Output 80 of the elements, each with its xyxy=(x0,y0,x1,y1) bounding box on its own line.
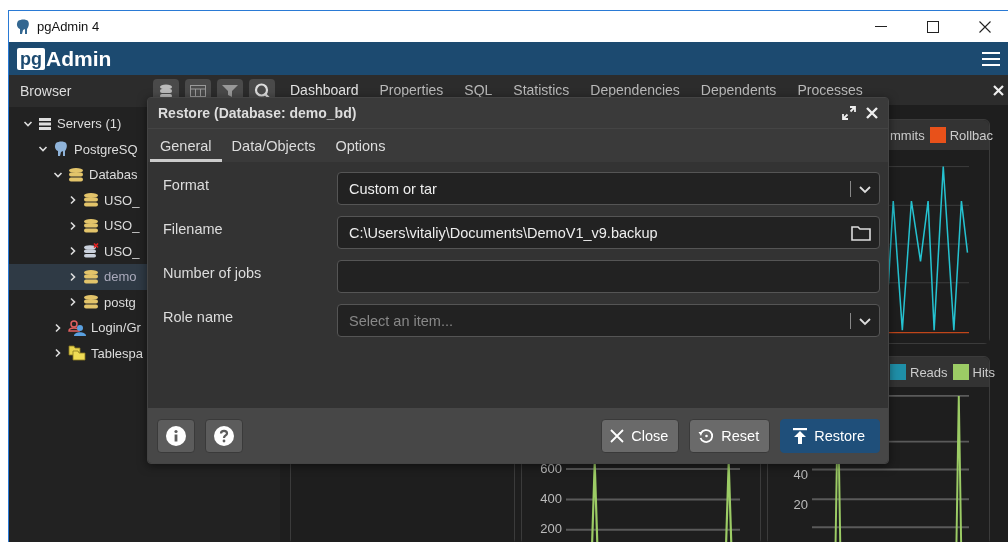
expand-icon[interactable] xyxy=(842,106,856,120)
elephant-icon xyxy=(15,18,31,35)
chevron-right-icon[interactable] xyxy=(53,322,63,333)
tree-item[interactable]: demo xyxy=(104,269,137,285)
elephant-icon xyxy=(53,141,69,158)
upload-icon xyxy=(793,427,808,444)
axis-tick-label: 40 xyxy=(793,466,808,484)
chevron-down-icon[interactable] xyxy=(859,315,871,326)
chevron-right-icon[interactable] xyxy=(68,220,78,231)
tree-item[interactable]: USO_ xyxy=(104,218,140,234)
chevron-down-icon[interactable] xyxy=(859,183,871,194)
tab[interactable]: Processes xyxy=(797,82,863,98)
panel-title: Browser xyxy=(20,83,73,99)
help-icon xyxy=(214,425,234,446)
tree-item[interactable]: Servers (1) xyxy=(57,116,122,132)
info-icon xyxy=(166,425,186,446)
reset-button[interactable]: Reset xyxy=(689,418,771,453)
folders-icon xyxy=(68,345,86,362)
tree-item[interactable]: USO_ xyxy=(104,243,140,259)
database-icon xyxy=(68,166,84,183)
field-label: Filename xyxy=(163,220,224,237)
table-icon xyxy=(190,85,206,97)
window-title: pgAdmin 4 xyxy=(37,19,101,34)
chevron-right-icon[interactable] xyxy=(68,271,78,282)
database-icon xyxy=(83,217,99,234)
legend-label: Reads xyxy=(910,364,948,380)
dialog-tab[interactable]: Options xyxy=(325,129,396,162)
help-button[interactable] xyxy=(205,418,243,453)
chevron-right-icon[interactable] xyxy=(68,297,78,308)
tab[interactable]: SQL xyxy=(464,82,493,98)
legend-label: mmits xyxy=(890,127,925,143)
tab[interactable]: Dashboard xyxy=(290,82,359,98)
database-error-icon xyxy=(83,243,99,260)
tree-item[interactable]: PostgreSQ xyxy=(74,141,138,157)
axis-tick-label: 600 xyxy=(540,460,562,478)
database-icon xyxy=(159,84,173,98)
select-field[interactable]: Custom or tar xyxy=(337,172,880,205)
input-field[interactable]: C:\Users\vitaliy\Documents\DemoV1_v9.backup xyxy=(337,216,880,249)
select-field[interactable]: Select an item... xyxy=(337,304,880,337)
field-label: Number of jobs xyxy=(163,264,263,281)
search-icon xyxy=(254,83,270,99)
dialog-tab[interactable]: General xyxy=(150,129,222,162)
axis-tick-label: 200 xyxy=(540,520,562,538)
tab[interactable]: Dependencies xyxy=(590,82,680,98)
users-icon xyxy=(68,319,86,336)
input-field[interactable] xyxy=(337,260,880,293)
menu-icon[interactable] xyxy=(982,51,1000,66)
tab[interactable]: Statistics xyxy=(513,82,570,98)
minimize-icon[interactable] xyxy=(875,25,887,28)
tree-item[interactable]: Login/Gr xyxy=(91,320,141,336)
tree-item[interactable]: Tablespa xyxy=(91,345,144,361)
tree-item[interactable]: USO_ xyxy=(104,192,140,208)
close-button[interactable]: Close xyxy=(601,418,680,453)
info-button[interactable] xyxy=(157,418,195,453)
axis-tick-label: 400 xyxy=(540,490,562,508)
tab[interactable]: Dependents xyxy=(700,82,777,98)
server-stack-icon xyxy=(38,116,52,131)
legend-label: Hits xyxy=(972,364,995,380)
app-logo: pg Admin xyxy=(17,46,112,71)
chevron-right-icon[interactable] xyxy=(68,246,78,257)
tree-item[interactable]: postg xyxy=(104,294,136,310)
chevron-right-icon[interactable] xyxy=(53,348,63,359)
field-label: Role name xyxy=(163,308,235,325)
dialog-title: Restore (Database: demo_bd) xyxy=(158,105,358,121)
folder-icon[interactable] xyxy=(851,224,871,241)
reset-icon xyxy=(698,427,715,444)
field-label: Format xyxy=(163,176,210,193)
restore-button[interactable]: Restore xyxy=(780,418,880,453)
close-icon[interactable] xyxy=(979,20,991,33)
database-icon xyxy=(83,268,99,285)
database-icon xyxy=(83,294,99,311)
maximize-icon[interactable] xyxy=(927,20,939,33)
tab[interactable]: Properties xyxy=(379,82,444,98)
dialog-tab[interactable]: Data/Objects xyxy=(221,129,326,162)
database-icon xyxy=(83,192,99,209)
close-icon xyxy=(610,428,625,443)
tree-item[interactable]: Databas xyxy=(89,167,138,183)
axis-tick-label: 20 xyxy=(793,496,808,514)
legend-label: Rollbac xyxy=(949,127,994,143)
chevron-right-icon[interactable] xyxy=(68,195,78,206)
